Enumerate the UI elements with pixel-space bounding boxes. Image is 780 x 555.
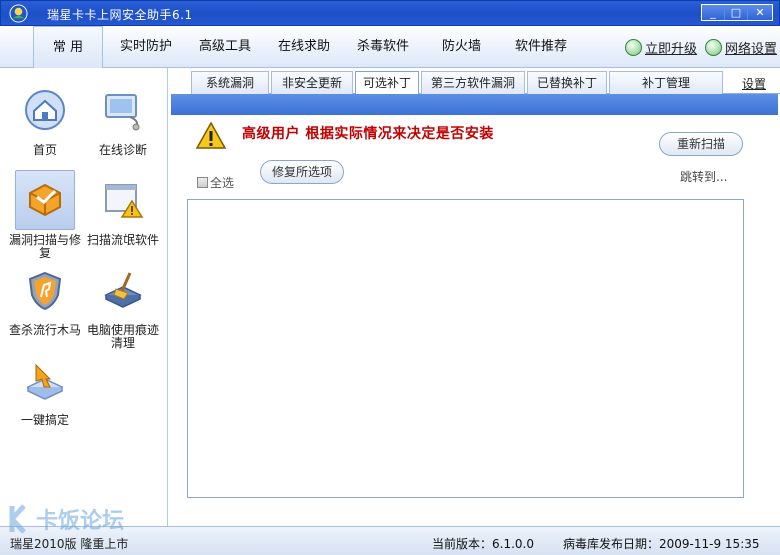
sidebar-item-home[interactable]: 首页: [6, 80, 84, 157]
select-all-checkbox[interactable]: 全选: [197, 174, 234, 191]
title-bar: 瑞星卡卡上网安全助手6.1 _ □ ✕: [0, 0, 780, 26]
warning-icon: [195, 121, 227, 149]
sub-tabs: 系统漏洞 非安全更新 可选补丁 第三方软件漏洞 已替换补丁 补丁管理 设置: [191, 68, 780, 96]
tab-patch-management[interactable]: 补丁管理: [609, 71, 723, 95]
sidebar-item-online-diagnosis[interactable]: 在线诊断: [84, 80, 162, 157]
press-button-icon: [26, 363, 64, 400]
virus-db-date: 病毒库发布日期：2009-11-9 15:35: [563, 537, 760, 551]
main-panel: 系统漏洞 非安全更新 可选补丁 第三方软件漏洞 已替换补丁 补丁管理 设置 高级…: [169, 68, 780, 526]
broom-disk-icon: [104, 272, 142, 308]
sidebar-item-one-click[interactable]: 一键搞定: [6, 350, 84, 427]
sidebar-item-label: 扫描流氓软件: [86, 233, 159, 247]
network-settings-link[interactable]: 网络设置: [705, 38, 777, 57]
window-controls: _ □ ✕: [701, 4, 773, 21]
sidebar-item-label: 电脑使用痕迹清理: [86, 323, 159, 350]
menu-software-recommend[interactable]: 软件推荐: [515, 26, 567, 68]
menu-common[interactable]: 常 用: [33, 26, 103, 69]
menu-bar: 常 用 实时防护 高级工具 在线求助 杀毒软件 防火墙 软件推荐 立即升级 网络…: [0, 26, 780, 69]
rescan-button[interactable]: 重新扫描: [659, 132, 743, 156]
tab-replaced-patches[interactable]: 已替换补丁: [527, 71, 607, 95]
sidebar-item-label: 首页: [32, 143, 57, 157]
jump-to-link[interactable]: 跳转到...: [680, 168, 727, 185]
status-bar: 瑞星2010版 隆重上市 当前版本：6.1.0.0 病毒库发布日期：2009-1…: [0, 526, 780, 555]
tab-third-party-vulnerabilities[interactable]: 第三方软件漏洞: [421, 71, 525, 95]
sidebar-item-label: 一键搞定: [20, 413, 69, 427]
sidebar-item-label: 漏洞扫描与修复: [8, 233, 81, 260]
warning-message: 高级用户 根据实际情况来决定是否安装: [242, 126, 494, 142]
tab-optional-patches[interactable]: 可选补丁: [355, 71, 419, 96]
house-icon: [25, 90, 65, 130]
menu-advanced-tools[interactable]: 高级工具: [199, 26, 251, 68]
close-button[interactable]: ✕: [748, 5, 772, 20]
minimize-button[interactable]: _: [702, 5, 724, 20]
window-title: 瑞星卡卡上网安全助手6.1: [47, 8, 193, 22]
select-all-label: 全选: [210, 176, 235, 190]
patch-list[interactable]: [187, 199, 744, 498]
sidebar-item-vulnerability-scan[interactable]: 漏洞扫描与修复: [6, 170, 84, 260]
network-settings-label: 网络设置: [725, 42, 778, 57]
shield-box-icon: [29, 183, 61, 217]
sidebar-item-label: 在线诊断: [98, 143, 147, 157]
sidebar-item-label: 查杀流行木马: [8, 323, 81, 337]
rising-app-icon: [9, 4, 28, 23]
menu-firewall[interactable]: 防火墙: [442, 26, 481, 68]
promo-text[interactable]: 瑞星2010版 隆重上市: [10, 535, 128, 552]
maximize-button[interactable]: □: [725, 5, 747, 20]
fix-selected-button[interactable]: 修复所选项: [260, 160, 344, 184]
menu-online-help[interactable]: 在线求助: [278, 26, 330, 68]
tab-system-vulnerabilities[interactable]: 系统漏洞: [191, 71, 269, 95]
upgrade-icon: [625, 39, 642, 56]
sidebar-item-trojan-kill[interactable]: 查杀流行木马: [6, 260, 84, 337]
checkbox-box[interactable]: [197, 177, 208, 188]
network-settings-icon: [705, 39, 722, 56]
shield-horse-icon: [28, 271, 62, 311]
sidebar-item-rogue-software[interactable]: 扫描流氓软件: [84, 170, 162, 247]
upgrade-label: 立即升级: [645, 42, 698, 57]
tab-header-bar: [171, 94, 778, 115]
settings-link[interactable]: 设置: [742, 75, 766, 92]
tab-non-security-updates[interactable]: 非安全更新: [271, 71, 353, 95]
upgrade-link[interactable]: 立即升级: [625, 38, 697, 57]
window-warning-icon: [105, 184, 144, 218]
menu-antivirus[interactable]: 杀毒软件: [357, 26, 409, 68]
sidebar-item-trace-cleanup[interactable]: 电脑使用痕迹清理: [84, 260, 162, 350]
sidebar: 首页 在线诊断 漏洞扫描与修复 扫描流氓软件 查杀流行木马 电脑使用痕迹清理 一…: [0, 68, 168, 526]
monitor-stethoscope-icon: [105, 94, 140, 131]
current-version: 当前版本：6.1.0.0: [432, 537, 534, 551]
menu-realtime-protection[interactable]: 实时防护: [120, 26, 172, 68]
